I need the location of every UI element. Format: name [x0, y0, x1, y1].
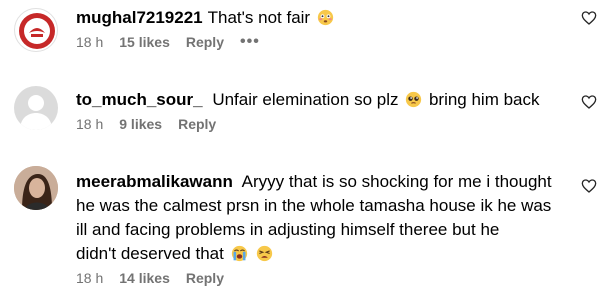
comment-meta: 18 h 15 likes Reply •••	[76, 34, 546, 51]
photo-avatar-icon	[14, 166, 58, 210]
comment-time: 18 h	[76, 34, 104, 50]
comment-content: That's not fair	[207, 8, 311, 27]
comment-time: 18 h	[76, 270, 104, 286]
comment-content: Unfair elemination so plz	[212, 90, 399, 109]
avatar[interactable]	[14, 8, 58, 52]
comment-body: mughal7219221 That's not fair 18 h 15 lik…	[76, 6, 546, 50]
comment-content-line: didn't deserved that	[76, 244, 224, 263]
reply-button[interactable]: Reply	[186, 34, 224, 50]
comment-text: to_much_sour_ Unfair elemination so plz …	[76, 88, 546, 112]
crying-face-emoji-icon	[231, 245, 247, 262]
comment-row: to_much_sour_ Unfair elemination so plz …	[0, 80, 609, 144]
reply-button[interactable]: Reply	[186, 270, 224, 286]
heart-icon[interactable]	[581, 10, 597, 26]
comment-body: to_much_sour_ Unfair elemination so plz …	[76, 88, 546, 132]
comment-content-continued: bring him back	[428, 90, 540, 109]
comment-likes[interactable]: 15 likes	[119, 34, 170, 50]
comment-body: meerabmalikawann Aryyy that is so shocki…	[76, 170, 566, 286]
comment-row: meerabmalikawann Aryyy that is so shocki…	[0, 162, 609, 289]
heart-icon[interactable]	[581, 178, 597, 194]
comment-content-line: he was the calmest prsn in the whole tam…	[76, 196, 552, 215]
avatar[interactable]	[14, 86, 58, 130]
heart-icon[interactable]	[581, 94, 597, 110]
red-emblem-avatar-icon	[19, 13, 55, 49]
comment-text: meerabmalikawann Aryyy that is so shocki…	[76, 170, 566, 266]
avatar[interactable]	[14, 166, 58, 210]
comment-username[interactable]: to_much_sour_	[76, 90, 203, 109]
comment-username[interactable]: mughal7219221	[76, 8, 203, 27]
comment-content-line: Aryyy that is so shocking for me i thoug…	[241, 172, 552, 191]
flushed-face-emoji-icon	[317, 9, 333, 26]
comment-likes[interactable]: 9 likes	[119, 116, 162, 132]
pleading-face-emoji-icon	[406, 91, 422, 108]
comment-meta: 18 h 9 likes Reply	[76, 116, 546, 132]
comment-text: mughal7219221 That's not fair	[76, 6, 546, 30]
comment-row: mughal7219221 That's not fair 18 h 15 lik…	[0, 0, 609, 64]
comment-username[interactable]: meerabmalikawann	[76, 172, 233, 191]
tired-face-emoji-icon	[257, 245, 273, 262]
default-user-avatar-icon	[20, 95, 52, 130]
more-options-icon[interactable]: •••	[240, 34, 260, 50]
comment-content-line: ill and facing problems in adjusting him…	[76, 220, 500, 239]
comment-meta: 18 h 14 likes Reply	[76, 270, 566, 286]
comment-time: 18 h	[76, 116, 104, 132]
comment-likes[interactable]: 14 likes	[119, 270, 170, 286]
reply-button[interactable]: Reply	[178, 116, 216, 132]
